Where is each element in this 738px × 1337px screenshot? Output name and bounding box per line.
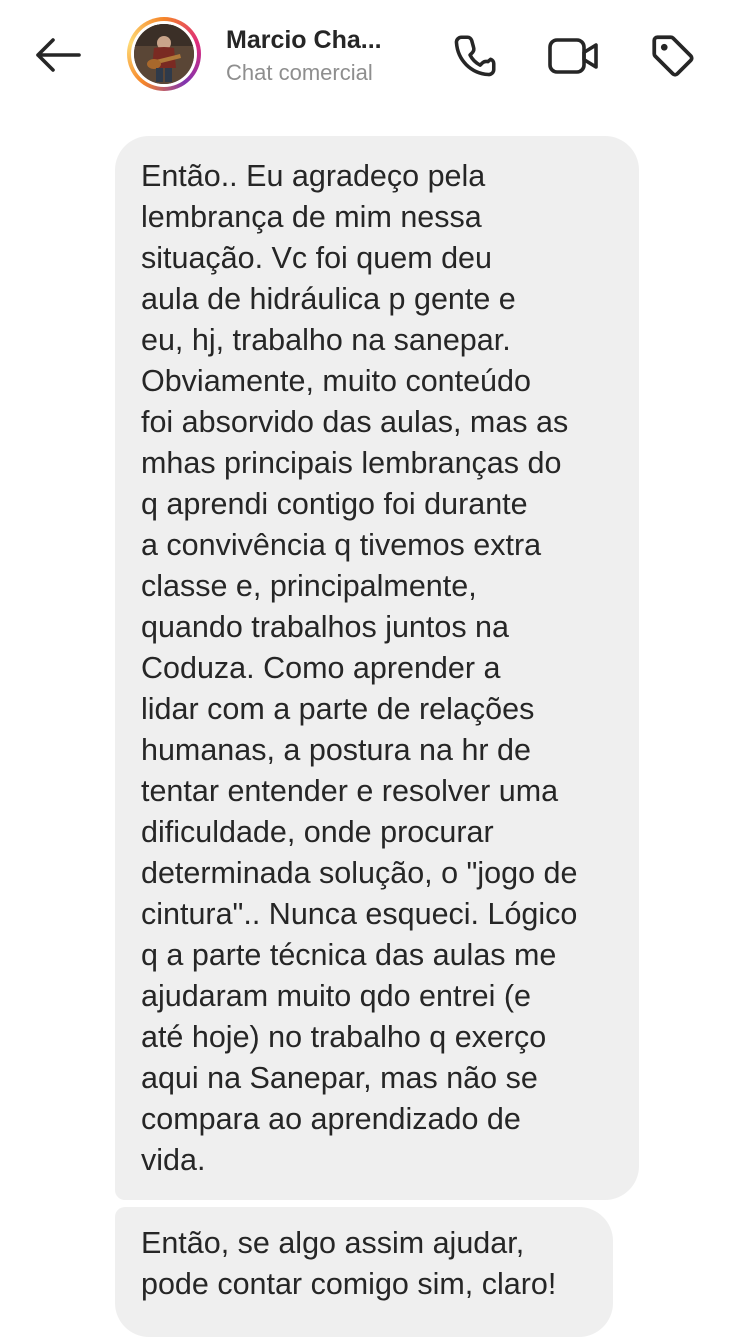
message-line: ajudaram muito qdo entrei (e xyxy=(141,979,531,1013)
message-line: Coduza. Como aprender a xyxy=(141,651,501,685)
message-line: cintura".. Nunca esqueci. Lógico xyxy=(141,897,578,931)
incoming-message-bubble[interactable]: Então, se algo assim ajudar, pode contar… xyxy=(115,1207,613,1337)
label-button[interactable] xyxy=(645,28,701,84)
message-line: lembrança de mim nessa xyxy=(141,200,482,234)
message-line: foi absorvido das aulas, mas as xyxy=(141,405,569,439)
message-line: aula de hidráulica p gente e xyxy=(141,282,516,316)
back-button[interactable] xyxy=(28,28,88,82)
message-line: Então.. Eu agradeço pela xyxy=(141,159,486,193)
avatar-story-ring[interactable] xyxy=(127,17,201,91)
message-line: q aprendi contigo foi durante xyxy=(141,487,528,521)
incoming-message-bubble[interactable]: Então.. Eu agradeço pela lembrança de mi… xyxy=(115,136,639,1200)
message-line: q a parte técnica das aulas me xyxy=(141,938,557,972)
message-line: tentar entender e resolver uma xyxy=(141,774,559,808)
contact-name: Marcio Cha... xyxy=(226,26,382,54)
message-line: a convivência q tivemos extra xyxy=(141,528,542,562)
video-call-button[interactable] xyxy=(546,28,602,84)
message-line: vida. xyxy=(141,1143,206,1177)
message-line: mhas principais lembranças do xyxy=(141,446,562,480)
message-line: Então, se algo assim ajudar, xyxy=(141,1226,525,1260)
message-line: situação. Vc foi quem deu xyxy=(141,241,492,275)
message-line: classe e, principalmente, xyxy=(141,569,477,603)
contact-info[interactable]: Marcio Cha... Chat comercial xyxy=(226,24,426,90)
audio-call-button[interactable] xyxy=(447,28,503,84)
message-line: eu, hj, trabalho na sanepar. xyxy=(141,323,511,357)
message-line: lidar com a parte de relações xyxy=(141,692,535,726)
message-line: até hoje) no trabalho q exerço xyxy=(141,1020,547,1054)
phone-icon xyxy=(454,35,496,77)
tag-icon xyxy=(652,35,694,77)
message-line: aqui na Sanepar, mas não se xyxy=(141,1061,538,1095)
avatar xyxy=(134,24,194,84)
chat-header: Marcio Cha... Chat comercial xyxy=(0,0,738,110)
message-thread[interactable]: Então.. Eu agradeço pela lembrança de mi… xyxy=(0,110,738,1337)
message-line: compara ao aprendizado de xyxy=(141,1102,521,1136)
message-line: determinada solução, o "jogo de xyxy=(141,856,578,890)
message-line: pode contar comigo sim, claro! xyxy=(141,1267,557,1301)
back-arrow-icon xyxy=(36,38,81,72)
message-line: dificuldade, onde procurar xyxy=(141,815,494,849)
contact-subtitle: Chat comercial xyxy=(226,60,373,85)
message-line: humanas, a postura na hr de xyxy=(141,733,531,767)
message-line: Obviamente, muito conteúdo xyxy=(141,364,531,398)
video-camera-icon xyxy=(548,38,598,74)
message-line: quando trabalhos juntos na xyxy=(141,610,509,644)
